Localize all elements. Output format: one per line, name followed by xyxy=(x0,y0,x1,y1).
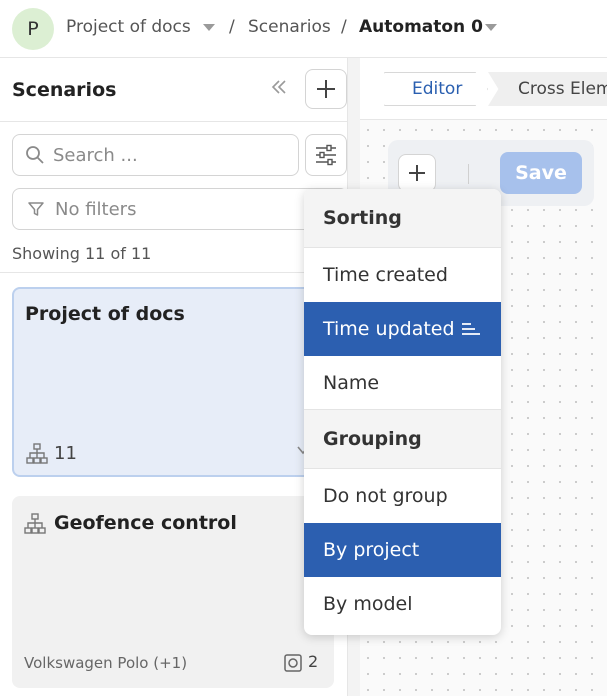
menu-item-time-updated[interactable]: Time updated xyxy=(304,302,501,356)
breadcrumb-scenarios[interactable]: Scenarios xyxy=(248,17,331,37)
plus-icon xyxy=(409,165,425,181)
scenario-count: 11 xyxy=(54,443,77,464)
card-title: Geofence control xyxy=(54,512,237,534)
tab-editor[interactable]: Editor xyxy=(384,72,488,106)
filter-input[interactable]: No filters xyxy=(12,188,348,230)
plus-icon xyxy=(317,80,335,98)
scenario-card[interactable]: Geofence control Volkswagen Polo (+1) 2 xyxy=(12,496,334,688)
scenarios-sidebar: Scenarios Search ... No filters Showing … xyxy=(0,58,348,696)
sliders-icon xyxy=(316,144,336,166)
menu-item-by-project[interactable]: By project xyxy=(304,523,501,577)
divider xyxy=(0,272,348,273)
sort-group-menu: Sorting Time created Time updated Name G… xyxy=(304,189,501,635)
editor-tab-bar: Editor Cross Elem xyxy=(360,58,607,120)
sidebar-title: Scenarios xyxy=(12,79,117,101)
search-placeholder: Search ... xyxy=(53,144,138,166)
menu-item-label: By model xyxy=(323,593,413,615)
filter-label: No filters xyxy=(55,198,137,220)
menu-item-label: Do not group xyxy=(323,485,448,507)
collapse-sidebar-button[interactable] xyxy=(266,76,292,102)
device-icon xyxy=(284,654,302,672)
breadcrumb-current[interactable]: Automaton 0 xyxy=(359,17,483,37)
toolbar-divider xyxy=(468,164,469,184)
double-chevron-left-icon xyxy=(271,80,286,94)
chevron-down-icon[interactable] xyxy=(485,24,497,31)
menu-item-do-not-group[interactable]: Do not group xyxy=(304,469,501,523)
menu-item-label: Time updated xyxy=(323,318,455,340)
scenario-card[interactable]: Project of docs 11 xyxy=(12,287,334,477)
menu-item-by-model[interactable]: By model xyxy=(304,577,501,631)
menu-item-time-created[interactable]: Time created xyxy=(304,248,501,302)
tab-cross-label: Cross Elem xyxy=(518,79,607,99)
tab-cross-elements[interactable]: Cross Elem xyxy=(488,72,607,106)
top-bar: P Project of docs / Scenarios / Automato… xyxy=(0,0,607,58)
menu-item-label: By project xyxy=(323,539,420,561)
vehicle-label: Volkswagen Polo (+1) xyxy=(24,654,188,672)
add-node-button[interactable] xyxy=(398,154,436,192)
sort-descending-icon xyxy=(461,322,481,336)
breadcrumb-separator: / xyxy=(229,17,235,37)
menu-section-grouping: Grouping xyxy=(304,410,501,469)
chevron-down-icon[interactable] xyxy=(203,24,215,31)
add-scenario-button[interactable] xyxy=(305,69,347,109)
breadcrumb-separator: / xyxy=(341,17,347,37)
menu-section-sorting: Sorting xyxy=(304,189,501,248)
breadcrumb-project[interactable]: Project of docs xyxy=(66,17,191,37)
sort-settings-button[interactable] xyxy=(305,134,347,176)
card-title: Project of docs xyxy=(25,303,185,325)
filter-icon xyxy=(28,202,44,216)
project-avatar[interactable]: P xyxy=(12,8,54,50)
save-button[interactable]: Save xyxy=(500,152,582,194)
hierarchy-icon xyxy=(24,513,46,534)
device-count: 2 xyxy=(308,652,319,671)
menu-item-label: Name xyxy=(323,371,380,394)
menu-item-label: Time created xyxy=(323,264,448,286)
tab-editor-label: Editor xyxy=(412,79,463,99)
search-input[interactable]: Search ... xyxy=(12,134,299,176)
divider xyxy=(0,121,348,122)
search-icon xyxy=(26,146,44,164)
result-count: Showing 11 of 11 xyxy=(12,244,152,263)
menu-item-name[interactable]: Name xyxy=(304,356,501,410)
hierarchy-icon xyxy=(26,443,48,464)
